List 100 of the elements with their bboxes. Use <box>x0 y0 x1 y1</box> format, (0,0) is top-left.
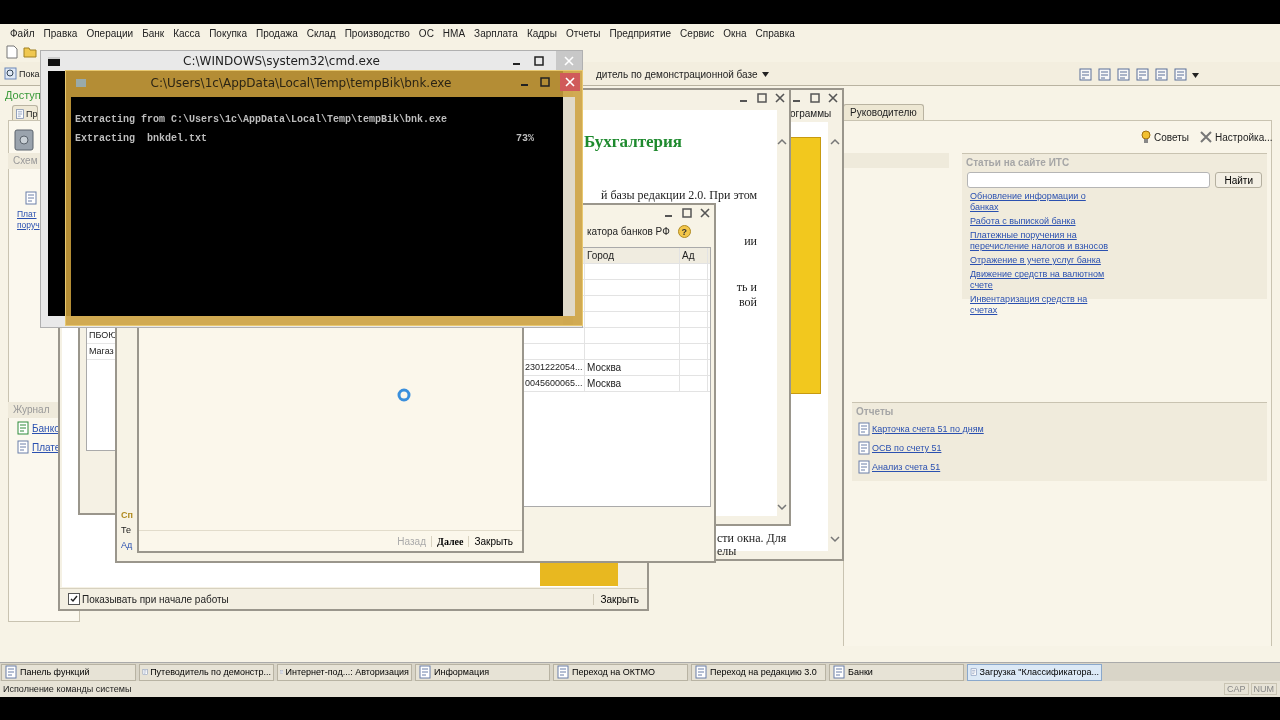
caret-icon[interactable] <box>1192 72 1199 78</box>
help-button[interactable]: ? <box>677 225 691 238</box>
body-text: Те <box>121 525 132 535</box>
report-link[interactable]: Анализ счета 51 <box>872 462 941 472</box>
status-indicator: NUM <box>1250 683 1277 695</box>
document-icon <box>15 108 25 119</box>
window-title: C:\WINDOWS\system32\cmd.exe <box>182 54 381 68</box>
report-icon <box>857 441 871 455</box>
wizard-button[interactable]: Закрыть <box>468 535 518 547</box>
report-link[interactable]: Карточка счета 51 по дням <box>872 424 984 434</box>
close-icon[interactable] <box>828 93 838 103</box>
tips-button[interactable]: Советы <box>1140 130 1189 144</box>
taskbar-item[interactable]: Информация <box>415 663 550 681</box>
link[interactable]: Ад <box>121 540 133 550</box>
article-link[interactable]: Инвентаризация средств на счетах <box>970 294 1110 316</box>
toolbar-icon[interactable] <box>1154 67 1170 83</box>
column-header[interactable]: Город <box>585 248 680 263</box>
caret-icon[interactable] <box>761 72 769 77</box>
close-button[interactable]: Закрыть <box>593 593 639 605</box>
taskbar-item[interactable]: Переход на ОКТМО <box>553 663 688 681</box>
menu-item[interactable]: Правка <box>43 27 78 39</box>
menu-item[interactable]: Файл <box>10 27 35 39</box>
console-text: Extracting from C:\Users\1c\AppData\Local\Temp\tempBik\bnk.exe <box>75 114 448 127</box>
article-link[interactable]: Обновление информации о банках <box>970 191 1110 213</box>
safe-icon <box>14 128 34 152</box>
toolbar-icon[interactable] <box>1116 67 1132 83</box>
toolbar-icon[interactable] <box>1135 67 1151 83</box>
close-icon[interactable] <box>700 208 710 218</box>
search-field[interactable] <box>967 172 1211 188</box>
toolbar-icon[interactable] <box>1078 67 1094 83</box>
menu-item[interactable]: Банк <box>142 27 165 39</box>
menu-item[interactable]: Продажа <box>255 27 298 39</box>
new-document-icon[interactable] <box>6 45 18 59</box>
menu-item[interactable]: Отчеты <box>565 27 601 39</box>
menu-item[interactable]: Производство <box>344 27 410 39</box>
toolbar-text[interactable]: катора банков РФ <box>587 226 670 237</box>
menu-item[interactable]: Операции <box>86 27 134 39</box>
menu-item[interactable]: Окна <box>723 27 747 39</box>
wizard-button[interactable]: Далее <box>431 535 469 547</box>
chevron-up-icon[interactable] <box>777 138 787 145</box>
taskbar-item[interactable]: Панель функций <box>1 663 136 681</box>
maximize-icon[interactable] <box>540 77 550 87</box>
group-title: Сп <box>121 510 133 520</box>
article-link[interactable]: Отражение в учете услуг банка <box>970 255 1110 266</box>
panel-title: Доступ <box>5 89 41 101</box>
taskbar-item[interactable]: Путеводитель по демонстр... <box>139 663 274 681</box>
menu-item[interactable]: Справка <box>755 27 795 39</box>
menu-item[interactable]: Предприятие <box>609 27 672 39</box>
progress-percent: 73% <box>516 133 534 146</box>
toolbar-icon[interactable] <box>1097 67 1113 83</box>
console-text: Extracting bnkdel.txt <box>75 133 208 146</box>
menu-item[interactable]: Кадры <box>526 27 557 39</box>
scrollbar[interactable] <box>563 97 575 316</box>
menu-item[interactable]: Сервис <box>680 27 715 39</box>
column-header[interactable]: Ад <box>680 248 708 263</box>
settings-button[interactable]: Настройка... <box>1199 130 1273 144</box>
panel-tab[interactable]: Пр <box>12 105 39 121</box>
taskbar-item[interactable]: Переход на редакцию 3.0 <box>691 663 826 681</box>
maximize-icon[interactable] <box>810 93 820 103</box>
menu-item[interactable]: НМА <box>442 27 466 39</box>
close-icon[interactable] <box>775 93 785 103</box>
taskbar-item[interactable]: Банки <box>829 663 964 681</box>
section-title: Отчеты <box>856 406 895 417</box>
article-link[interactable]: Платежные поручения на перечисление налогов и взносов <box>970 230 1110 252</box>
status-text: Исполнение команды системы <box>3 684 132 694</box>
find-button[interactable]: Найти <box>1215 172 1262 188</box>
status-indicator: CAP <box>1224 683 1249 695</box>
lightbulb-icon <box>1140 130 1152 144</box>
menu-item[interactable]: Зарплата <box>474 27 518 39</box>
chevron-down-icon[interactable] <box>830 536 840 543</box>
menu-item[interactable]: ОС <box>418 27 434 39</box>
chevron-down-icon[interactable] <box>777 504 787 511</box>
body-text: вой <box>739 295 757 310</box>
menu-item[interactable]: Покупка <box>209 27 247 39</box>
console-icon <box>48 57 60 66</box>
chevron-up-icon[interactable] <box>830 138 840 145</box>
document-link[interactable]: Плат поруч <box>17 209 40 231</box>
folder-icon[interactable] <box>23 46 37 58</box>
search-icon[interactable] <box>4 67 17 80</box>
maximize-icon[interactable] <box>682 208 692 218</box>
taskbar-item[interactable]: Загрузка "Классификатора... <box>967 663 1102 681</box>
ledger-icon <box>16 421 30 435</box>
maximize-icon[interactable] <box>757 93 767 103</box>
maximize-icon[interactable] <box>534 56 544 66</box>
taskbar-item[interactable]: Интернет-под...: Авторизация <box>277 663 412 681</box>
toolbar-label[interactable]: Пока <box>19 68 40 79</box>
menu-item[interactable]: Склад <box>306 27 336 39</box>
close-button[interactable] <box>560 73 580 91</box>
tab[interactable]: ограммы <box>790 108 832 119</box>
document-icon <box>24 191 38 205</box>
checkbox[interactable] <box>68 593 80 605</box>
report-link[interactable]: ОСВ по счету 51 <box>872 443 942 453</box>
section-title: Статьи на сайте ИТС <box>966 157 1071 168</box>
article-link[interactable]: Движение средств на валютном счете <box>970 269 1110 291</box>
menu-item[interactable]: Касса <box>173 27 201 39</box>
body-text: й базы редакции 2.0. При этом <box>600 188 757 203</box>
article-link[interactable]: Работа с выпиской банка <box>970 216 1110 227</box>
heading: Бухгалтерия <box>584 132 684 152</box>
report-icon <box>857 422 871 436</box>
table-cell: Москва <box>585 376 680 391</box>
